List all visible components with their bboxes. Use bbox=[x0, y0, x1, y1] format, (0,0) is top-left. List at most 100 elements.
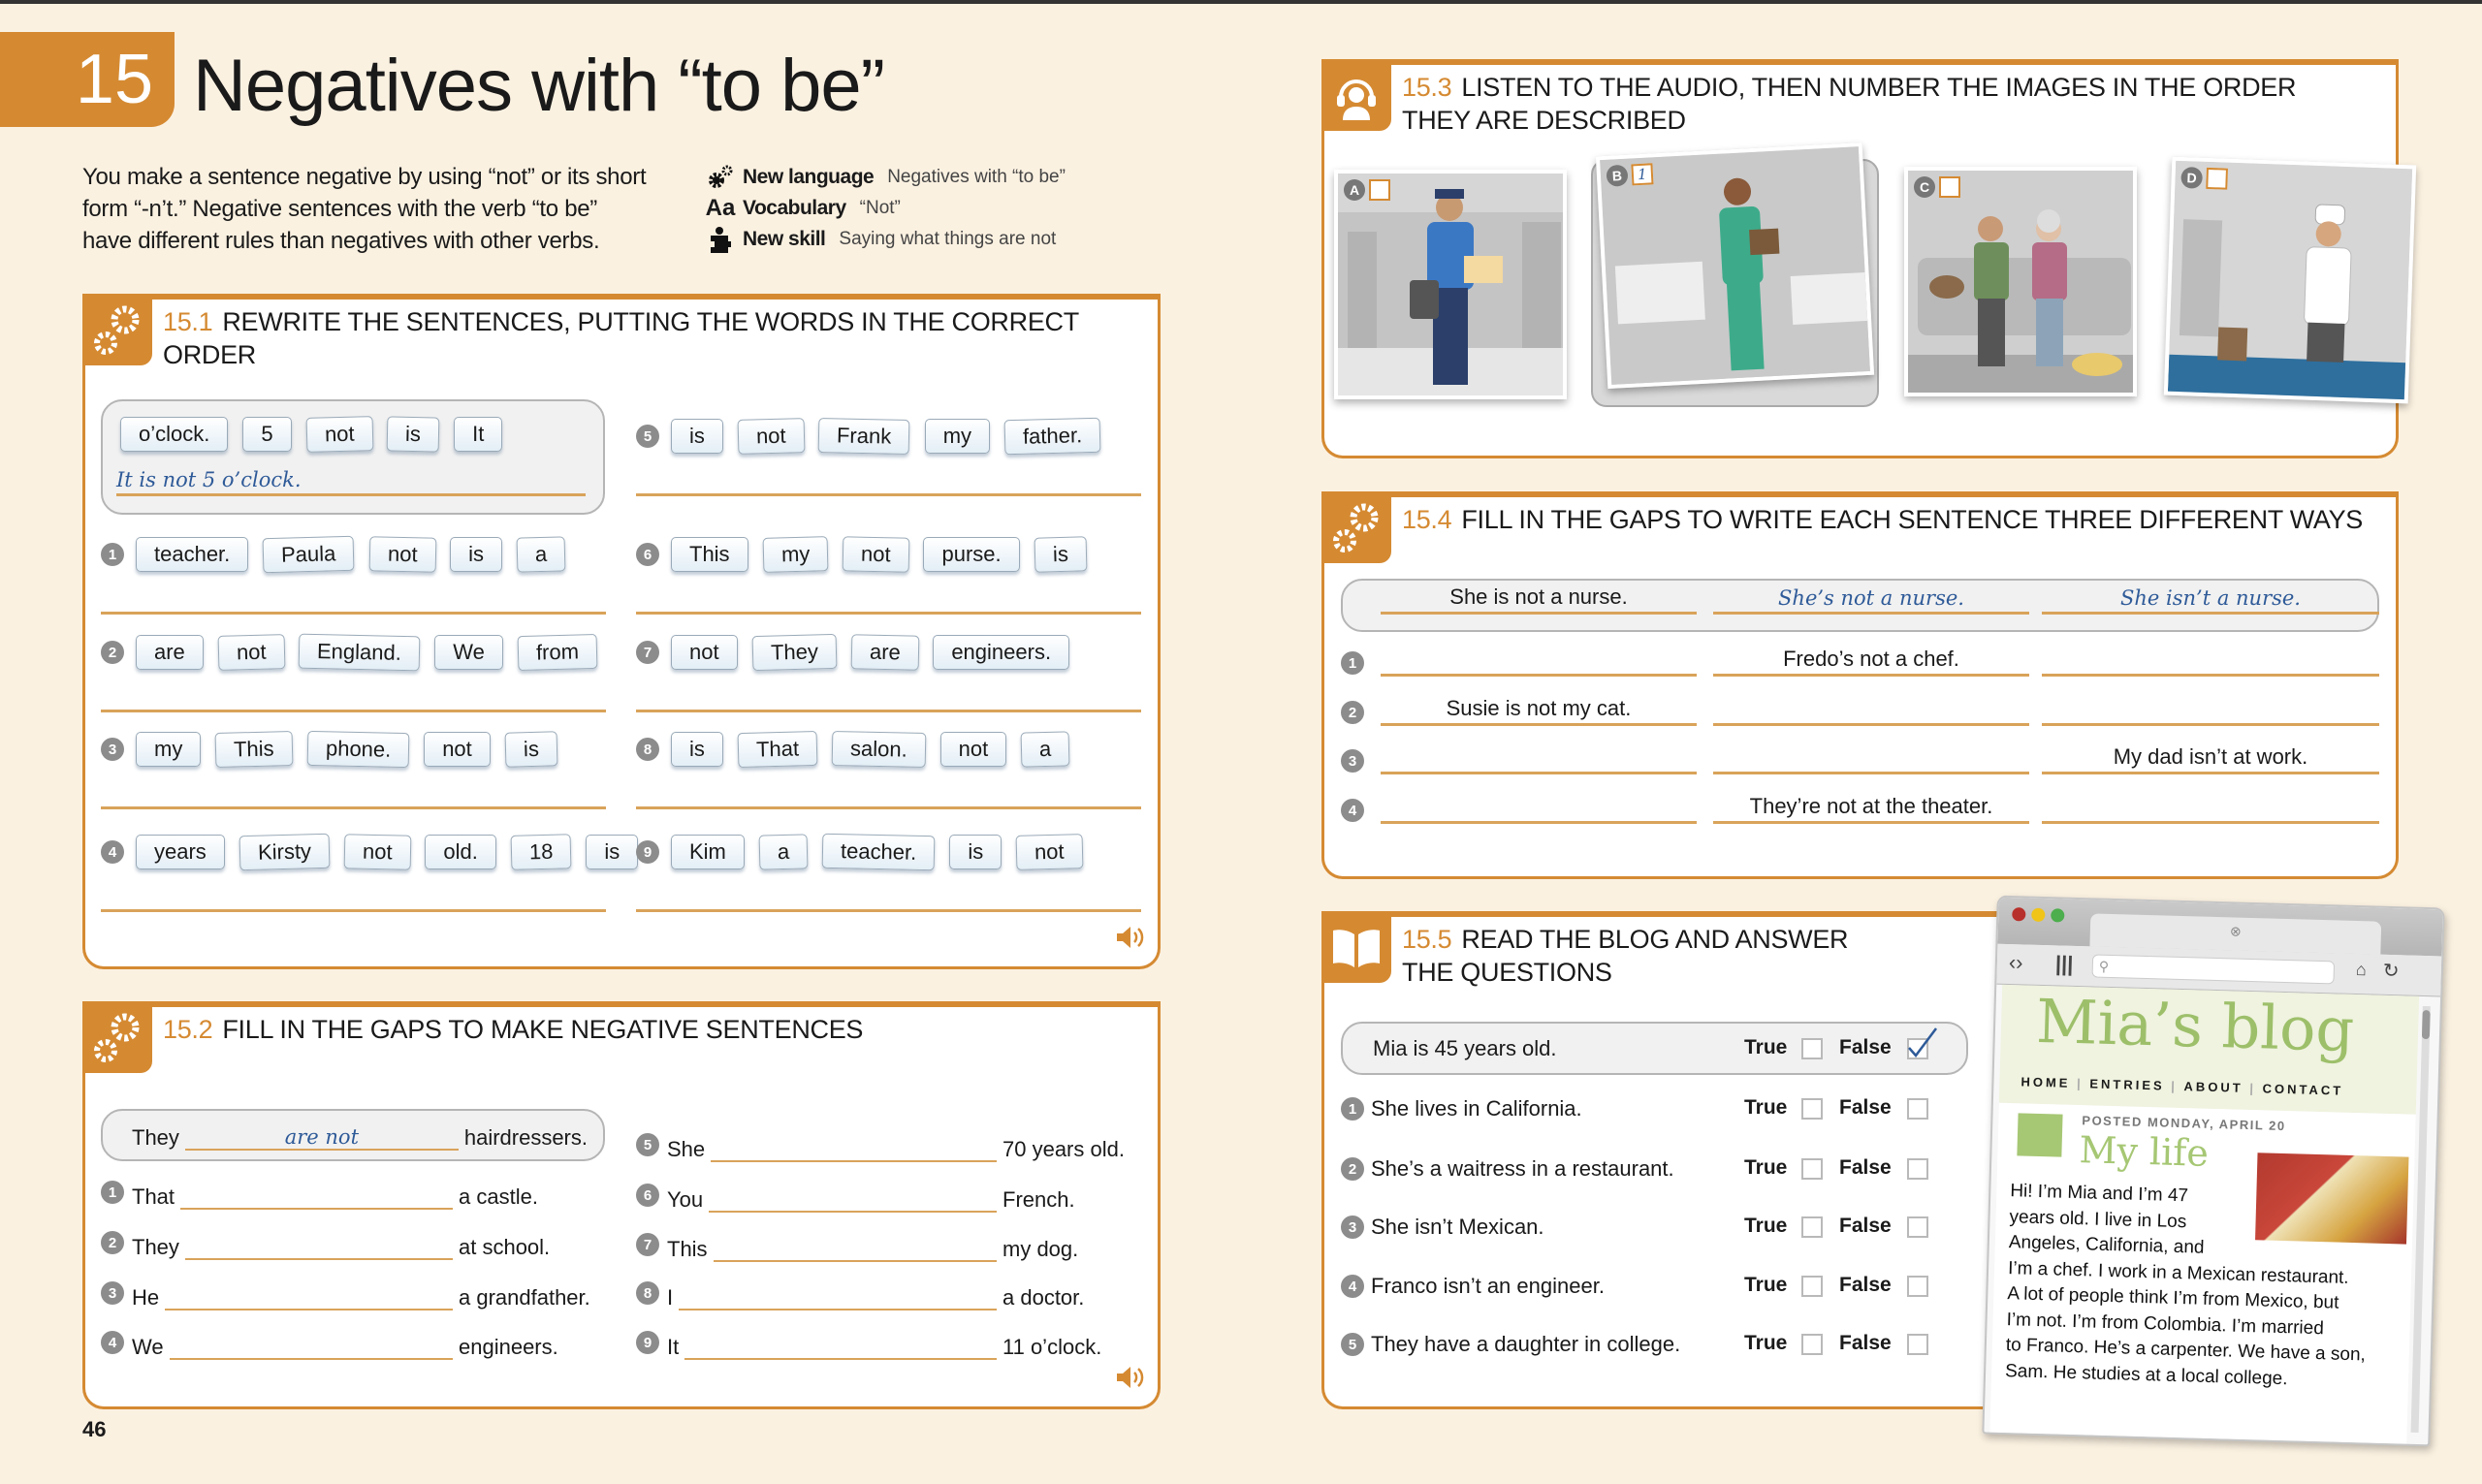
answer-line-input[interactable] bbox=[636, 774, 1141, 809]
bookmarks-icon[interactable]: ||| bbox=[2055, 951, 2074, 977]
answer-blank-input[interactable] bbox=[711, 1133, 997, 1162]
word-tile[interactable]: is bbox=[949, 835, 1002, 869]
word-tile[interactable]: is bbox=[450, 537, 503, 572]
answer-blank-input[interactable] bbox=[684, 1331, 997, 1360]
word-tile[interactable]: years bbox=[136, 835, 225, 869]
answer-blank-input[interactable] bbox=[169, 1331, 453, 1360]
refresh-icon[interactable]: ↻ bbox=[2382, 959, 2400, 983]
word-tile[interactable]: my bbox=[136, 732, 202, 767]
false-checkbox[interactable] bbox=[1907, 1158, 1928, 1180]
false-checkbox[interactable] bbox=[1907, 1216, 1928, 1238]
answer-line-input[interactable] bbox=[1381, 789, 1697, 824]
scrollbar-thumb[interactable] bbox=[2421, 1009, 2431, 1040]
word-tile[interactable]: a bbox=[758, 834, 809, 870]
word-tile[interactable]: not bbox=[343, 834, 411, 870]
answer-line-input[interactable] bbox=[1381, 740, 1697, 774]
word-tile[interactable]: We bbox=[434, 635, 503, 670]
word-tile[interactable]: old. bbox=[425, 835, 496, 869]
answer-line-input[interactable] bbox=[101, 877, 606, 912]
answer-line-input[interactable] bbox=[1713, 740, 2029, 774]
true-checkbox[interactable] bbox=[1801, 1276, 1823, 1297]
answer-line-input[interactable] bbox=[1713, 691, 2029, 726]
word-tile[interactable]: Kirsty bbox=[239, 833, 331, 871]
nav-entries[interactable]: ENTRIES bbox=[2089, 1076, 2165, 1092]
true-checkbox[interactable] bbox=[1801, 1158, 1823, 1180]
word-tile[interactable]: 18 bbox=[510, 834, 572, 870]
false-checkbox[interactable] bbox=[1907, 1027, 1937, 1059]
word-tile[interactable]: It bbox=[454, 417, 503, 452]
word-tile[interactable]: a bbox=[1020, 731, 1070, 768]
word-tile[interactable]: That bbox=[737, 730, 818, 769]
word-tile[interactable]: from bbox=[517, 633, 598, 672]
answer-line-input[interactable] bbox=[636, 877, 1141, 912]
answer-box[interactable] bbox=[1939, 176, 1960, 198]
word-tile[interactable]: o’clock. bbox=[120, 417, 229, 452]
word-tile[interactable]: not bbox=[939, 732, 1007, 767]
word-tile[interactable]: a bbox=[516, 536, 566, 573]
answer-blank-input[interactable] bbox=[713, 1233, 997, 1262]
nav-about[interactable]: ABOUT bbox=[2183, 1079, 2243, 1095]
answer-line-input[interactable] bbox=[2042, 642, 2379, 677]
answer-box[interactable] bbox=[2206, 167, 2228, 190]
search-input[interactable]: ⚲ bbox=[2091, 954, 2336, 985]
false-checkbox[interactable] bbox=[1907, 1334, 1928, 1355]
true-checkbox[interactable] bbox=[1801, 1216, 1823, 1238]
word-tile[interactable]: This bbox=[214, 730, 294, 769]
answer-box[interactable] bbox=[1369, 179, 1390, 201]
answer-line-input[interactable] bbox=[636, 580, 1141, 615]
false-checkbox[interactable] bbox=[1907, 1098, 1928, 1120]
word-tile[interactable]: 5 bbox=[242, 417, 292, 452]
word-tile[interactable]: not bbox=[737, 418, 805, 455]
true-checkbox[interactable] bbox=[1801, 1098, 1823, 1120]
back-forward-icon[interactable]: ‹› bbox=[2009, 950, 2023, 975]
answer-line-input[interactable] bbox=[101, 580, 606, 615]
answer-line-input[interactable] bbox=[101, 678, 606, 712]
word-tile[interactable]: teacher. bbox=[821, 833, 936, 871]
word-tile[interactable]: not bbox=[368, 536, 436, 573]
answer-line-input[interactable] bbox=[636, 461, 1141, 496]
answer-line-input[interactable] bbox=[2042, 789, 2379, 824]
word-tile[interactable]: not bbox=[842, 536, 909, 573]
answer-blank-input[interactable] bbox=[165, 1281, 453, 1310]
home-icon[interactable]: ⌂ bbox=[2356, 960, 2367, 980]
word-tile[interactable]: not bbox=[424, 732, 491, 767]
word-tile[interactable]: teacher. bbox=[136, 537, 249, 572]
audio-speaker-icon[interactable] bbox=[1115, 925, 1144, 950]
answer-blank-input[interactable] bbox=[709, 1184, 997, 1213]
nav-home[interactable]: HOME bbox=[2021, 1074, 2070, 1089]
answer-line-input[interactable] bbox=[1381, 642, 1697, 677]
true-checkbox[interactable] bbox=[1801, 1334, 1823, 1355]
word-tile[interactable]: is bbox=[504, 731, 558, 768]
word-tile[interactable]: is bbox=[1034, 536, 1087, 573]
true-checkbox[interactable] bbox=[1801, 1038, 1823, 1059]
word-tile[interactable]: is bbox=[386, 416, 440, 453]
answer-blank-input[interactable] bbox=[184, 1231, 453, 1260]
word-tile[interactable]: are bbox=[850, 634, 919, 671]
answer-line-input[interactable] bbox=[101, 774, 606, 809]
answer-line-input[interactable] bbox=[2042, 691, 2379, 726]
word-tile[interactable]: father. bbox=[1003, 417, 1101, 456]
word-tile[interactable]: not bbox=[305, 416, 373, 453]
word-tile[interactable]: This bbox=[671, 537, 748, 572]
answer-box[interactable]: 1 bbox=[1631, 163, 1654, 186]
maximize-dot-icon[interactable] bbox=[2051, 908, 2065, 923]
word-tile[interactable]: Paula bbox=[262, 535, 356, 574]
word-tile[interactable]: England. bbox=[299, 633, 421, 672]
word-tile[interactable]: not bbox=[217, 634, 285, 671]
word-tile[interactable]: my bbox=[924, 419, 991, 454]
word-tile[interactable]: purse. bbox=[923, 537, 1020, 572]
word-tile[interactable]: Frank bbox=[818, 418, 911, 455]
word-tile[interactable]: engineers. bbox=[933, 635, 1070, 670]
word-tile[interactable]: is bbox=[671, 419, 723, 454]
answer-blank-input[interactable] bbox=[679, 1281, 997, 1310]
close-dot-icon[interactable] bbox=[2012, 907, 2026, 922]
word-tile[interactable]: They bbox=[751, 633, 837, 672]
word-tile[interactable]: is bbox=[586, 835, 639, 869]
word-tile[interactable]: not bbox=[671, 635, 738, 670]
answer-blank-input[interactable] bbox=[180, 1181, 453, 1210]
audio-speaker-icon[interactable] bbox=[1115, 1365, 1144, 1390]
word-tile[interactable]: phone. bbox=[306, 730, 410, 769]
word-tile[interactable]: not bbox=[1015, 834, 1084, 870]
word-tile[interactable]: is bbox=[671, 732, 723, 767]
word-tile[interactable]: salon. bbox=[831, 730, 927, 769]
